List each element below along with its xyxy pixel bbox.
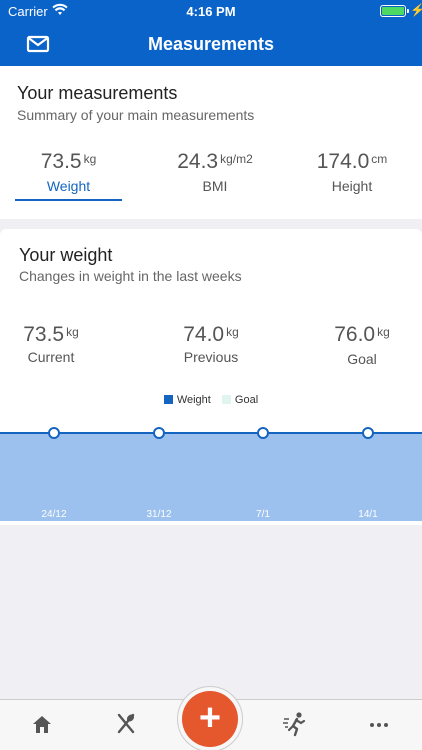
height-label: Height <box>331 178 373 194</box>
status-time: 4:16 PM <box>186 4 236 19</box>
weight-metric-tab[interactable]: 73.5 kg Weight <box>15 150 122 194</box>
height-metric-tab[interactable]: 174.0 cm Height <box>300 150 404 194</box>
weight-value: 73.5 <box>40 150 82 173</box>
weight-area <box>0 433 422 521</box>
active-tab-indicator <box>15 199 122 201</box>
goal-weight: 76.0 kg Goal <box>326 323 398 367</box>
battery-icon: ⚡ <box>380 3 422 18</box>
previous-unit: kg <box>226 325 239 339</box>
weight-unit: kg <box>83 152 97 166</box>
legend-label-weight: Weight <box>176 394 211 406</box>
goal-value: 76.0 <box>334 323 376 346</box>
measurements-card: Your measurements Summary of your main m… <box>0 66 422 219</box>
data-point-1 <box>48 427 60 439</box>
legend-item-weight: Weight <box>163 394 211 406</box>
previous-weight: 74.0 kg Previous <box>166 323 256 365</box>
bmi-value: 24.3 <box>177 150 219 173</box>
data-point-4 <box>362 427 374 439</box>
x-tick-label-1: 24/12 <box>41 509 66 520</box>
previous-value: 74.0 <box>183 323 225 346</box>
legend-swatch-goal <box>221 394 231 404</box>
height-unit: cm <box>371 152 388 166</box>
previous-label: Previous <box>183 349 239 365</box>
data-point-2 <box>153 427 165 439</box>
add-icon: + <box>198 697 222 739</box>
bmi-unit: kg/m2 <box>220 152 253 166</box>
legend-label-goal: Goal <box>234 394 259 406</box>
tab-food[interactable] <box>110 710 142 738</box>
current-unit: kg <box>66 325 79 339</box>
legend-item-goal: Goal <box>221 394 259 406</box>
measurements-subtitle: Summary of your main measurements <box>17 107 255 123</box>
chart-legend: Weight Goal <box>0 394 422 406</box>
height-value: 174.0 <box>316 150 370 173</box>
bmi-label: BMI <box>202 178 228 194</box>
x-tick-label-3: 7/1 <box>256 509 270 520</box>
status-bar: Carrier 4:16 PM ⚡ <box>0 0 422 22</box>
more-icon <box>370 723 388 727</box>
activity-icon <box>283 712 306 737</box>
data-point-3 <box>257 427 269 439</box>
top-bar: Carrier 4:16 PM ⚡ Measurements <box>0 0 422 66</box>
tab-home[interactable] <box>26 710 58 738</box>
weight-chart: 24/12 31/12 7/1 14/1 <box>0 427 422 521</box>
current-value: 73.5 <box>23 323 65 346</box>
current-weight: 73.5 kg Current <box>12 323 90 365</box>
measurements-title: Your measurements <box>17 83 178 103</box>
legend-swatch-weight <box>163 394 173 404</box>
bmi-metric-tab[interactable]: 24.3 kg/m2 BMI <box>160 150 270 194</box>
x-tick-label-4: 14/1 <box>358 509 378 520</box>
weight-card-subtitle: Changes in weight in the last weeks <box>19 268 242 284</box>
weight-card-title: Your weight <box>19 245 113 265</box>
current-label: Current <box>27 349 75 365</box>
x-tick-label-2: 31/12 <box>146 509 171 520</box>
tab-more[interactable] <box>363 710 395 738</box>
goal-label: Goal <box>347 351 377 367</box>
add-button[interactable]: + <box>182 691 238 747</box>
page-title: Measurements <box>147 34 275 54</box>
goal-unit: kg <box>377 325 390 339</box>
tab-activity[interactable] <box>279 710 311 738</box>
utensils-icon <box>117 713 135 734</box>
home-icon <box>33 716 51 733</box>
weight-label: Weight <box>46 178 91 194</box>
